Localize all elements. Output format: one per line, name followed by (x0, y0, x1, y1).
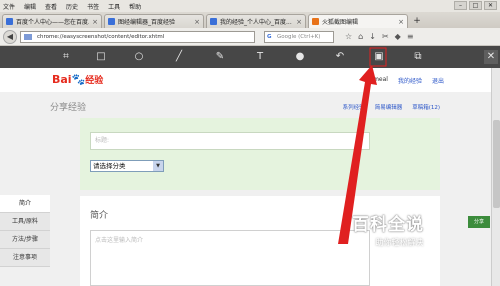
logout-link[interactable]: 退出 (432, 76, 444, 85)
search-input[interactable]: Google (Ctrl+K) (264, 30, 334, 43)
menu-file[interactable]: 文件 (3, 2, 15, 11)
tab-label: 我的经验_个人中心_百度... (220, 19, 292, 26)
category-select[interactable]: 请选择分类 ▼ (90, 160, 164, 172)
title-panel (80, 118, 440, 190)
menu-bookmarks[interactable]: 书签 (87, 2, 99, 11)
editor-toolbar: ⌗ □ ○ ╱ ✎ T ● ↶ ▣ ⧉ ✕ (0, 46, 500, 68)
line-icon[interactable]: ╱ (172, 50, 186, 64)
chevron-down-icon: ▼ (153, 161, 163, 171)
tab-bar: 百度个人中心——您在百度... × 图经编辑器_百度经验 × 我的经验_个人中心… (0, 12, 500, 28)
watermark-main: 百科全说 (352, 215, 424, 235)
paw-icon: 🐾 (71, 73, 86, 86)
baidu-favicon-icon (210, 18, 217, 25)
sidebar-item-tools[interactable]: 工具/原料 (0, 213, 50, 231)
sidebar-item-intro[interactable]: 简介 (0, 195, 50, 213)
menu-view[interactable]: 查看 (45, 2, 57, 11)
tab-label: 图经编辑器_百度经验 (118, 19, 176, 26)
share-side-button[interactable]: 分享 (468, 216, 490, 228)
back-icon[interactable]: ◀ (3, 29, 17, 44)
undo-icon[interactable]: ↶ (333, 50, 347, 64)
section-sidebar: 简介 工具/原料 方法/步骤 注意事项 (0, 195, 50, 267)
browser-tools: ☆ ⌂ ↓ ✂ ◆ ≡ (345, 32, 414, 41)
scrollbar[interactable] (491, 68, 500, 286)
tab-label: 火狐截图编辑 (322, 19, 359, 26)
screenshot-icon[interactable]: ✂ (382, 32, 389, 41)
new-tab-icon[interactable]: + (410, 16, 424, 28)
menu-edit[interactable]: 编辑 (24, 2, 36, 11)
save-icon[interactable]: ▣ (372, 50, 386, 64)
site-header: Bai🐾经验 umeal 我的经验 退出 (0, 68, 500, 92)
blur-icon[interactable]: ● (293, 50, 307, 64)
tab-baidu-center[interactable]: 百度个人中心——您在百度... × (2, 14, 102, 28)
my-experience-link[interactable]: 我的经验 (398, 76, 422, 85)
intro-heading: 简介 (90, 211, 109, 221)
tab-label: 百度个人中心——您在百度... (16, 19, 90, 26)
close-tab-icon[interactable]: × (92, 18, 98, 26)
tab-my-experience[interactable]: 我的经验_个人中心_百度... × (206, 14, 306, 28)
page-title: 分享经验 (50, 103, 87, 113)
menu-bar: 文件 编辑 查看 历史 书签 工具 帮助 – □ ✕ (0, 0, 500, 12)
close-window-icon[interactable]: ✕ (484, 1, 497, 10)
menu-icon[interactable]: ≡ (407, 32, 414, 41)
crop-icon[interactable]: ⌗ (59, 50, 73, 64)
baidu-logo[interactable]: Bai🐾经验 (52, 73, 103, 86)
menu-help[interactable]: 帮助 (129, 2, 141, 11)
navigation-bar: ◀ chrome://easyscreenshot/content/editor… (0, 28, 500, 46)
home-icon[interactable]: ⌂ (358, 32, 363, 41)
addon-icon[interactable]: ◆ (395, 32, 401, 41)
ellipse-icon[interactable]: ○ (132, 50, 146, 64)
watermark-sub: 助你轻松解决 (375, 238, 424, 247)
copy-icon[interactable]: ⧉ (411, 50, 425, 64)
close-editor-icon[interactable]: ✕ (484, 50, 498, 64)
close-tab-icon[interactable]: × (296, 18, 302, 26)
minimize-icon[interactable]: – (454, 1, 467, 10)
maximize-icon[interactable]: □ (469, 1, 482, 10)
title-field[interactable]: 标题: (90, 132, 370, 150)
drafts-link[interactable]: 草稿箱(12) (412, 103, 440, 111)
tab-screenshot-editor[interactable]: 火狐截图编辑 × (308, 14, 408, 28)
text-icon[interactable]: T (253, 50, 267, 64)
user-links: umeal 我的经验 退出 (369, 76, 444, 85)
watermark: 百科全说 助你轻松解决 (352, 210, 447, 260)
pencil-icon[interactable]: ✎ (213, 50, 227, 64)
firefox-favicon-icon (312, 18, 319, 25)
close-tab-icon[interactable]: × (194, 18, 200, 26)
window-controls: – □ ✕ (454, 1, 497, 10)
tab-editor[interactable]: 图经编辑器_百度经验 × (104, 14, 204, 28)
intro-textarea[interactable]: 点击这里输入简介 (90, 230, 370, 286)
simple-editor-link[interactable]: 简易编辑器 (375, 103, 403, 111)
star-icon[interactable]: ☆ (345, 32, 352, 41)
url-input[interactable]: chrome://easyscreenshot/content/editor.x… (20, 30, 255, 43)
menu-tools[interactable]: 工具 (108, 2, 120, 11)
download-icon[interactable]: ↓ (369, 32, 376, 41)
sidebar-item-notes[interactable]: 注意事项 (0, 249, 50, 267)
baidu-favicon-icon (6, 18, 13, 25)
rectangle-icon[interactable]: □ (94, 50, 108, 64)
close-tab-icon[interactable]: × (398, 18, 404, 26)
username[interactable]: umeal (369, 76, 388, 85)
series-link[interactable]: 系列经验 (343, 103, 365, 111)
scrollbar-thumb[interactable] (493, 120, 500, 208)
baidu-favicon-icon (108, 18, 115, 25)
page-sublinks: 系列经验 简易编辑器 草稿箱(12) (343, 103, 440, 111)
sidebar-item-steps[interactable]: 方法/步骤 (0, 231, 50, 249)
menu-history[interactable]: 历史 (66, 2, 78, 11)
